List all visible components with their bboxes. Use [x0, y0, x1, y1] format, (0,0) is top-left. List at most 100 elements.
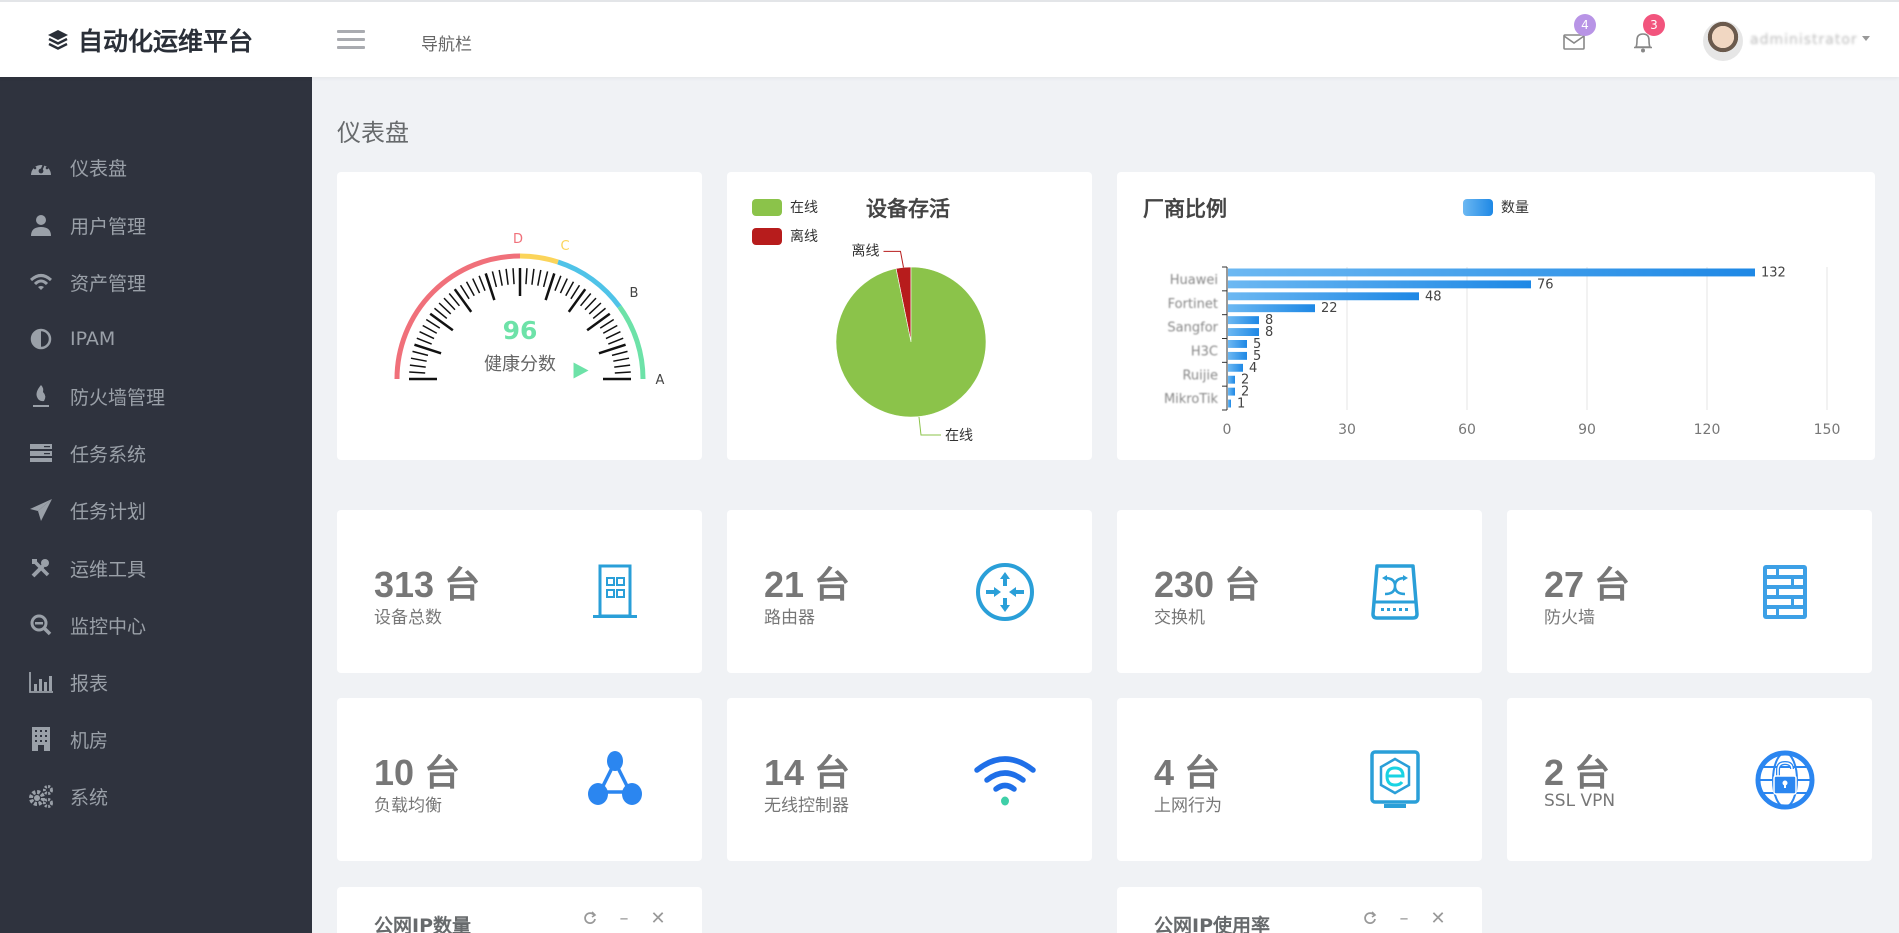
bar-value-label: 48 — [1425, 289, 1442, 304]
internet-behavior-icon — [1363, 748, 1427, 812]
adjust-icon — [28, 327, 54, 351]
minimize-icon[interactable]: – — [615, 909, 633, 927]
sidebar-item-ops-tools[interactable]: 运维工具 — [28, 550, 298, 586]
nav-label[interactable]: 导航栏 — [421, 30, 472, 55]
gauge-tick — [608, 338, 623, 344]
gauge-tick — [571, 285, 580, 299]
stat-card[interactable]: 2 台SSL VPN — [1507, 698, 1872, 861]
building-icon — [583, 560, 647, 624]
y-category-label: MikroTik — [1164, 392, 1219, 407]
sidebar-item-label: 任务计划 — [70, 497, 146, 524]
gauge-tick — [569, 289, 585, 312]
page-title: 仪表盘 — [337, 113, 409, 148]
stat-card[interactable]: 4 台上网行为 — [1117, 698, 1482, 861]
gauge-grade-label: C — [560, 239, 569, 254]
load-balancer-icon — [583, 748, 647, 812]
username[interactable]: administrator — [1750, 32, 1858, 48]
stat-value: 14 台 — [764, 744, 850, 796]
stat-value: 27 台 — [1544, 556, 1630, 608]
sidebar-item-label: 报表 — [70, 669, 108, 696]
sidebar-item-system[interactable]: 系统 — [28, 778, 298, 814]
minimize-icon[interactable]: – — [1395, 909, 1413, 927]
notification-badge: 3 — [1643, 14, 1665, 36]
x-tick-label: 90 — [1578, 422, 1596, 438]
bar — [1228, 269, 1755, 277]
public-ip-count-panel: 公网IP数量 – ✕ — [337, 887, 702, 933]
stat-card[interactable]: 230 台交换机 — [1117, 510, 1482, 673]
globe-lock-icon — [1753, 748, 1817, 812]
fire-icon — [28, 384, 54, 408]
stat-value: 2 台 — [1544, 744, 1610, 796]
gauge-tick — [409, 372, 425, 373]
y-category-label: Fortinet — [1168, 297, 1218, 312]
device-survival-pie: 离线在线 — [727, 172, 1092, 460]
mail-badge: 4 — [1574, 14, 1596, 36]
sidebar-item-task-plan[interactable]: 任务计划 — [28, 492, 298, 528]
hamburger-line — [337, 30, 365, 33]
sidebar-item-assets[interactable]: 资产管理 — [28, 264, 298, 300]
menu-toggle-button[interactable] — [337, 30, 365, 50]
app-logo[interactable]: 自动化运维平台 — [46, 22, 253, 58]
sidebar-item-reports[interactable]: 报表 — [28, 664, 298, 700]
gauge-tick — [587, 314, 610, 330]
stat-card[interactable]: 14 台无线控制器 — [727, 698, 1092, 861]
gauge-tick — [615, 372, 631, 373]
gauge-tick — [423, 326, 437, 334]
refresh-icon[interactable] — [1361, 909, 1379, 927]
gauge-tick — [544, 271, 548, 286]
x-tick-label: 150 — [1814, 422, 1841, 438]
gauge-tick — [411, 358, 427, 361]
sidebar: 仪表盘 用户管理 资产管理 IPAM 防火墙管理 任务系统 任务计划 — [0, 77, 312, 933]
stat-value: 313 台 — [374, 556, 480, 608]
bar-value-label: 76 — [1537, 277, 1554, 292]
bar — [1228, 340, 1247, 348]
sidebar-item-monitoring[interactable]: 监控中心 — [28, 607, 298, 643]
user-avatar[interactable] — [1703, 21, 1743, 61]
close-icon[interactable]: ✕ — [1429, 909, 1447, 927]
sidebar-item-label: 仪表盘 — [70, 154, 127, 181]
stat-card[interactable]: 21 台路由器 — [727, 510, 1092, 673]
mail-button[interactable]: 4 — [1562, 26, 1592, 56]
caret-down-icon[interactable] — [1862, 36, 1870, 41]
bar — [1228, 328, 1259, 336]
sidebar-item-label: 防火墙管理 — [70, 383, 165, 410]
app-title: 自动化运维平台 — [78, 22, 253, 58]
sidebar-item-ipam[interactable]: IPAM — [28, 321, 298, 357]
refresh-icon[interactable] — [581, 909, 599, 927]
sidebar-item-firewall[interactable]: 防火墙管理 — [28, 378, 298, 414]
gauge-tick — [546, 273, 555, 300]
sidebar-item-label: 监控中心 — [70, 612, 146, 639]
close-icon[interactable]: ✕ — [649, 909, 667, 927]
stat-card[interactable]: 313 台设备总数 — [337, 510, 702, 673]
bar — [1228, 316, 1259, 324]
stat-card[interactable]: 27 台防火墙 — [1507, 510, 1872, 673]
y-category-label: H3C — [1191, 344, 1218, 359]
sidebar-item-label: 任务系统 — [70, 440, 146, 467]
bar — [1228, 400, 1231, 408]
main-content: 仪表盘 DCBA96健康分数 在线 离线 设备存活 离线在线 厂商比例 数量 0… — [312, 77, 1899, 933]
gauge-tick — [439, 303, 451, 314]
panel-title: 公网IP数量 — [374, 911, 471, 933]
notification-button[interactable]: 3 — [1631, 26, 1661, 56]
router-icon — [973, 560, 1037, 624]
gauge-tick — [585, 298, 596, 310]
sidebar-item-dashboard[interactable]: 仪表盘 — [28, 149, 298, 185]
stat-card[interactable]: 10 台负载均衡 — [337, 698, 702, 861]
gauge-grade-label: B — [630, 286, 639, 301]
gauge-tick — [555, 276, 561, 291]
gauge-label: 健康分数 — [484, 354, 556, 375]
gauge-tick — [613, 358, 629, 361]
gauge-grade-label: D — [513, 232, 523, 247]
layers-icon — [46, 28, 70, 52]
sidebar-item-task-system[interactable]: 任务系统 — [28, 435, 298, 471]
x-tick-label: 60 — [1458, 422, 1476, 438]
y-category-label: Huawei — [1170, 273, 1218, 288]
sidebar-item-users[interactable]: 用户管理 — [28, 207, 298, 243]
stat-label: 无线控制器 — [764, 791, 849, 816]
gauge-tick — [455, 289, 471, 312]
health-gauge-card: DCBA96健康分数 — [337, 172, 702, 460]
gauge-tick — [526, 268, 527, 284]
bar-value-label: 22 — [1321, 301, 1338, 316]
sidebar-item-datacenter[interactable]: 机房 — [28, 721, 298, 757]
tools-icon — [28, 556, 54, 580]
